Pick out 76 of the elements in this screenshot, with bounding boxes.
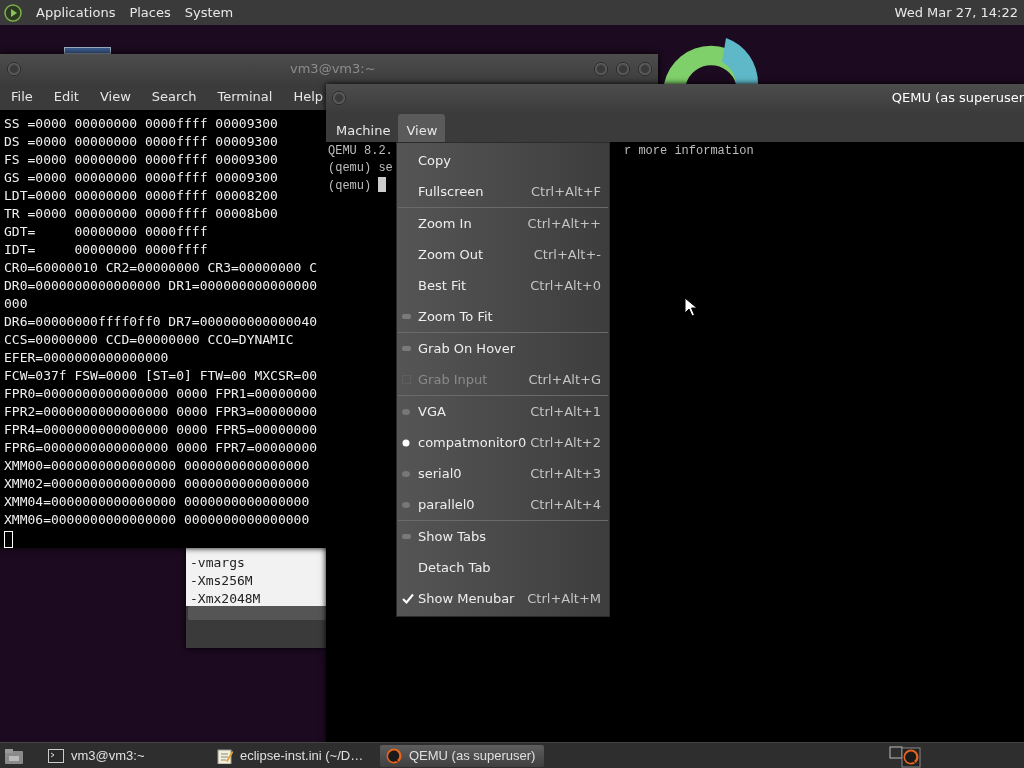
menu-item[interactable]: Grab On Hover: [397, 333, 609, 364]
menu-item[interactable]: Best Fit Ctrl+Alt+0: [397, 270, 609, 301]
window-button[interactable]: [332, 91, 346, 105]
terminal-line: DR0=0000000000000000 DR1=000000000000000: [4, 277, 318, 295]
menu-item[interactable]: serial0 Ctrl+Alt+3: [397, 458, 609, 489]
taskbar-button[interactable]: QEMU (as superuser): [380, 744, 544, 767]
terminal-line: XMM04=0000000000000000 0000000000000000: [4, 493, 310, 511]
cursor: [4, 531, 13, 548]
menu-item[interactable]: Help: [293, 87, 324, 107]
menu-item[interactable]: Zoom To Fit: [397, 301, 609, 332]
console-text: (qemu): [328, 179, 372, 193]
clock: Wed Mar 27, 14:22: [894, 3, 1019, 22]
text-line: -Xmx2048M: [190, 590, 261, 608]
window-button[interactable]: [616, 62, 630, 76]
terminal-line: EFER=0000000000000000: [4, 349, 169, 367]
menu-item[interactable]: parallel0 Ctrl+Alt+4: [397, 489, 609, 520]
terminal-line: 000: [4, 295, 28, 313]
terminal-line: LDT=0000 00000000 0000ffff 00008200: [4, 187, 278, 205]
menu-item[interactable]: compatmonitor0 Ctrl+Alt+2: [397, 427, 609, 458]
terminal-line: DR6=00000000ffff0ff0 DR7=000000000000040: [4, 313, 318, 331]
menu-item[interactable]: VGA Ctrl+Alt+1: [397, 396, 609, 427]
menu-item[interactable]: Detach Tab: [397, 552, 609, 583]
window-button[interactable]: [594, 62, 608, 76]
window-button[interactable]: [7, 62, 21, 76]
menu-item[interactable]: Zoom Out Ctrl+Alt+-: [397, 239, 609, 270]
window-title: vm3@vm3:~: [290, 60, 376, 79]
terminal-line: XMM00=0000000000000000 0000000000000000: [4, 457, 310, 475]
terminal-line: DS =0000 00000000 0000ffff 00009300: [4, 133, 278, 151]
terminal-line: FPR6=0000000000000000 0000 FPR7=00000000: [4, 439, 318, 457]
terminal-icon: [48, 747, 64, 764]
menu-item[interactable]: File: [11, 87, 33, 107]
console-text: r more information: [624, 143, 754, 160]
menu-item[interactable]: Fullscreen Ctrl+Alt+F: [397, 176, 609, 207]
terminal-line: FPR0=0000000000000000 0000 FPR1=00000000: [4, 385, 318, 403]
window-title: QEMU (as superuser: [891, 89, 1024, 108]
text-line: -Xms256M: [190, 572, 253, 590]
terminal-line: XMM06=0000000000000000 0000000000000000: [4, 511, 310, 529]
menu-item[interactable]: Machine: [328, 114, 399, 142]
panel-menu[interactable]: Places: [129, 2, 171, 23]
terminal-line: FPR4=0000000000000000 0000 FPR5=00000000: [4, 421, 318, 439]
terminal-line: FPR2=0000000000000000 0000 FPR3=00000000: [4, 403, 318, 421]
desktop-icon[interactable]: [64, 47, 111, 54]
terminal-line: TR =0000 00000000 0000ffff 00008b00: [4, 205, 278, 223]
menu-item[interactable]: Terminal: [217, 87, 273, 107]
terminal-line: GS =0000 00000000 0000ffff 00009300: [4, 169, 278, 187]
menu-item[interactable]: Zoom In Ctrl+Alt++: [397, 208, 609, 239]
terminal-line: XMM02=0000000000000000 0000000000000000: [4, 475, 310, 493]
terminal-line: IDT= 00000000 0000ffff: [4, 241, 208, 259]
tray-window-icon[interactable]: [889, 743, 921, 768]
menu-item[interactable]: Copy: [397, 145, 609, 176]
mouse-pointer-icon: [684, 297, 698, 317]
terminal-line: CR0=60000010 CR2=00000000 CR3=00000000 C: [4, 259, 318, 277]
text-line: -vmargs: [190, 554, 245, 572]
panel-menu[interactable]: Applications: [36, 2, 116, 23]
scrollbar[interactable]: [188, 606, 326, 620]
menu-item[interactable]: Edit: [53, 87, 79, 107]
terminal-line: FCW=037f FSW=0000 [ST=0] FTW=00 MXCSR=00: [4, 367, 318, 385]
menu-item[interactable]: Search: [151, 87, 197, 107]
terminal-line: GDT= 00000000 0000ffff: [4, 223, 208, 241]
menu-item[interactable]: View: [99, 87, 131, 107]
terminal-line: SS =0000 00000000 0000ffff 00009300: [4, 115, 278, 133]
console-text: QEMU 8.2.: [328, 144, 393, 158]
menu-item[interactable]: View: [398, 114, 446, 142]
taskbar-button[interactable]: vm3@vm3:~: [42, 744, 206, 767]
text-editor-icon: [217, 747, 233, 764]
terminal-line: FS =0000 00000000 0000ffff 00009300: [4, 151, 278, 169]
taskbar-button[interactable]: eclipse-inst.ini (~/D…: [211, 744, 375, 767]
menu-item[interactable]: Show Menubar Ctrl+Alt+M: [397, 583, 609, 614]
menu-item[interactable]: Show Tabs: [397, 521, 609, 552]
window-button[interactable]: [638, 62, 652, 76]
console-text: (qemu) se: [328, 161, 393, 175]
folder-icon[interactable]: [4, 746, 24, 765]
panel-menu[interactable]: System: [184, 2, 234, 23]
app-icon: [386, 747, 402, 764]
logo-icon[interactable]: [4, 3, 22, 22]
terminal-line: CCS=00000000 CCD=00000000 CCO=DYNAMIC: [4, 331, 294, 349]
